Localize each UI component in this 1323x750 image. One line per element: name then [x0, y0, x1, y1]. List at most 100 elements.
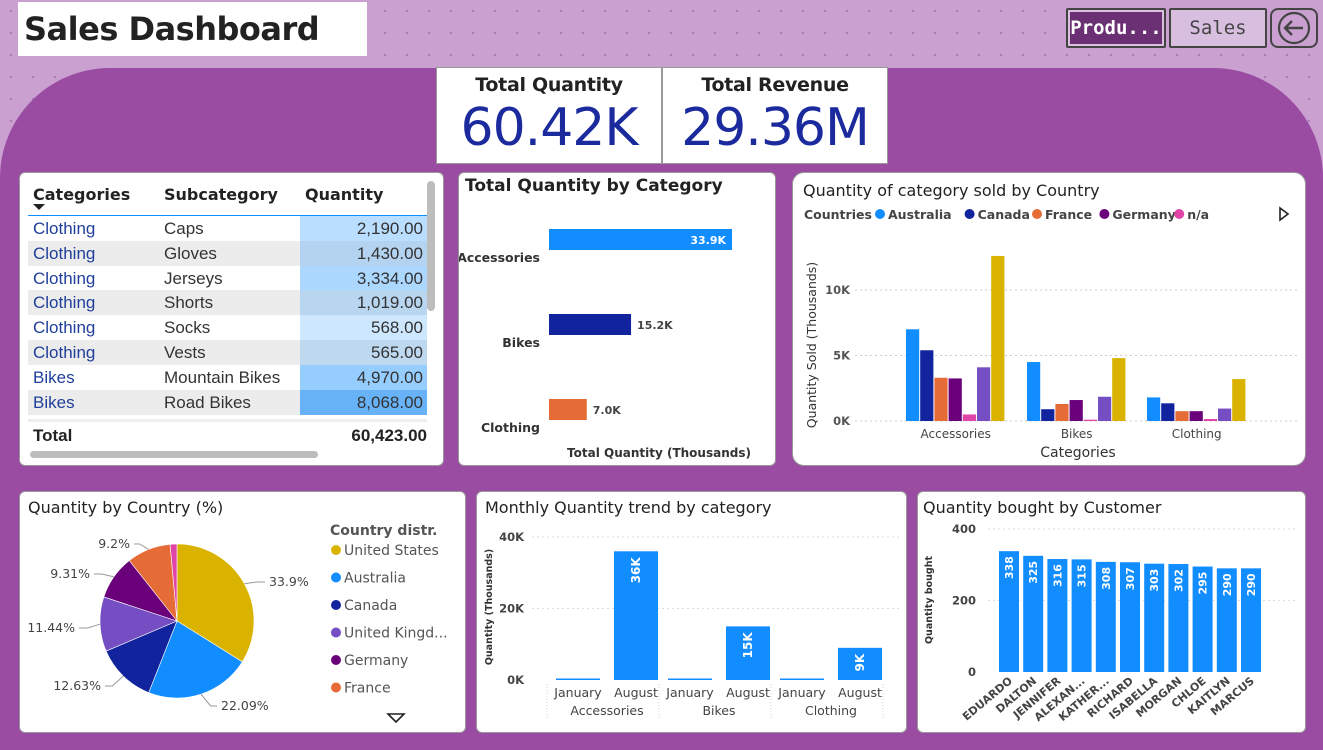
- quantity-cell: 1,019.00: [356, 293, 423, 313]
- legend-next-icon: [1279, 206, 1290, 222]
- legend-marker: [331, 572, 341, 583]
- total-revenue-value: 29.36M: [681, 98, 870, 158]
- total-value: 60,423.00: [351, 426, 427, 445]
- slice-label: 9.2%: [98, 536, 130, 551]
- data-label: 290: [1245, 573, 1258, 596]
- month-label: January: [777, 685, 826, 700]
- y-tick-label: 5K: [833, 349, 851, 363]
- legend-label: France: [1045, 207, 1092, 222]
- col-header-subcategory[interactable]: Subcategory: [164, 185, 278, 204]
- quantity-cell: 565.00: [371, 343, 423, 362]
- x-axis-title: Categories: [1040, 445, 1115, 461]
- quantity-cell: 568.00: [371, 318, 423, 338]
- legend-marker: [331, 682, 341, 693]
- legend-marker: [331, 600, 341, 610]
- subcategory-cell: Mountain Bikes: [164, 367, 281, 387]
- table-row[interactable]: Clothing Socks 568.00: [28, 315, 427, 341]
- table-row[interactable]: Clothing Jerseys 3,334.00: [28, 265, 427, 291]
- data-label: 308: [1100, 567, 1113, 590]
- legend-label: n/a: [1187, 207, 1209, 222]
- y-tick-label: 0K: [833, 414, 851, 428]
- legend-marker: [875, 209, 885, 219]
- table-row[interactable]: Clothing Shorts 1,019.00: [28, 290, 427, 316]
- customer-bar-svg: 0200400Quantity bought 338EDUARDO325DALTO…: [924, 522, 1298, 724]
- category-cell: Clothing: [33, 293, 96, 313]
- bar: [668, 678, 712, 680]
- x-tick-label: Clothing: [1172, 427, 1222, 441]
- monthly-trend-svg: 0K 20K 40K Quantity (Thousands) January 36K Au…: [484, 530, 902, 720]
- month-label: August: [614, 685, 658, 700]
- table-row[interactable]: Clothing Gloves 1,430.00: [28, 240, 427, 266]
- data-label: 316: [1051, 564, 1064, 587]
- table-row[interactable]: Bikes Mountain Bikes 4,970.00: [28, 364, 427, 390]
- x-tick-label: Bikes: [1061, 427, 1093, 441]
- data-label: 290: [1221, 573, 1234, 596]
- legend-marker: [331, 545, 341, 555]
- subcategory-cell: Caps: [164, 219, 204, 238]
- month-label: August: [838, 685, 882, 700]
- y-tick-label: 200: [952, 594, 976, 608]
- y-tick-label: 20K: [499, 602, 525, 616]
- total-quantity-label: Total Quantity: [475, 74, 623, 96]
- pie-chart-svg: 33.9% 22.09% 12.63% 11.44% 9.31% 9.2% Country …: [27, 523, 448, 724]
- category-label: Bikes: [702, 703, 735, 718]
- col-header-categories[interactable]: Categories: [33, 185, 130, 204]
- quantity-cell: 4,970.00: [356, 367, 423, 387]
- total-quantity-card: Total Quantity 60.42K: [436, 67, 662, 164]
- data-label: 303: [1148, 569, 1161, 592]
- products-nav-button[interactable]: Produ...: [1066, 8, 1166, 48]
- vertical-scrollbar[interactable]: [427, 181, 435, 311]
- total-quantity-value: 60.42K: [460, 98, 639, 158]
- total-revenue-label: Total Revenue: [701, 74, 849, 96]
- data-label: 307: [1124, 567, 1137, 590]
- leader-line: [94, 573, 115, 578]
- category-label: Clothing: [481, 420, 540, 435]
- legend-label: Australia: [344, 571, 406, 587]
- col-header-quantity[interactable]: Quantity: [305, 185, 383, 204]
- month-label: January: [665, 685, 714, 700]
- sort-descending-icon[interactable]: [33, 204, 45, 211]
- sales-nav-button[interactable]: Sales: [1169, 8, 1267, 48]
- bar: [962, 414, 976, 421]
- table-row-peek: [28, 419, 427, 422]
- legend-marker: [331, 627, 341, 638]
- table-row[interactable]: Clothing Caps 2,190.00: [28, 216, 427, 241]
- category-cell: Clothing: [33, 219, 96, 238]
- bar: [1041, 409, 1055, 421]
- bar: [948, 378, 962, 421]
- quantity-cell: 1,430.00: [356, 243, 423, 263]
- category-label: Accessories: [459, 250, 540, 265]
- table-row[interactable]: Bikes Road Bikes 8,068.00: [28, 389, 427, 415]
- slice-label: 12.63%: [53, 678, 101, 693]
- y-tick-label: 40K: [499, 530, 525, 544]
- back-button[interactable]: [1270, 8, 1318, 48]
- subcategory-cell: Socks: [164, 318, 211, 338]
- legend-label: France: [344, 681, 391, 697]
- monthly-trend-panel: Monthly Quantity trend by category 0K 20K…: [476, 491, 907, 733]
- bar: [556, 678, 600, 680]
- slice-label: 11.44%: [27, 620, 75, 635]
- page-title: Sales Dashboard: [18, 2, 367, 56]
- bar: [549, 314, 632, 335]
- subcategory-cell: Shorts: [164, 293, 214, 313]
- y-axis-title: Quantity (Thousands): [484, 549, 495, 665]
- slice-label: 22.09%: [221, 698, 269, 713]
- month-label: August: [726, 685, 770, 700]
- leader-line: [244, 581, 265, 585]
- total-revenue-card: Total Revenue 29.36M: [662, 67, 888, 164]
- bar: [906, 329, 920, 421]
- bar: [1189, 411, 1203, 421]
- data-label: 9K: [853, 653, 867, 671]
- bar: [1027, 362, 1041, 421]
- bar: [1161, 403, 1175, 421]
- category-cell: Bikes: [33, 367, 75, 387]
- legend-marker: [1099, 209, 1110, 219]
- bar: [934, 377, 948, 421]
- horizontal-scrollbar[interactable]: [30, 451, 318, 458]
- x-tick-label: Accessories: [921, 427, 991, 441]
- data-label: 295: [1197, 572, 1210, 595]
- legend-marker: [1174, 209, 1185, 219]
- legend-label: Australia: [888, 207, 952, 222]
- category-quantity-table[interactable]: Categories Subcategory Quantity Clothing…: [19, 172, 444, 466]
- table-row[interactable]: Clothing Vests 565.00: [28, 340, 427, 365]
